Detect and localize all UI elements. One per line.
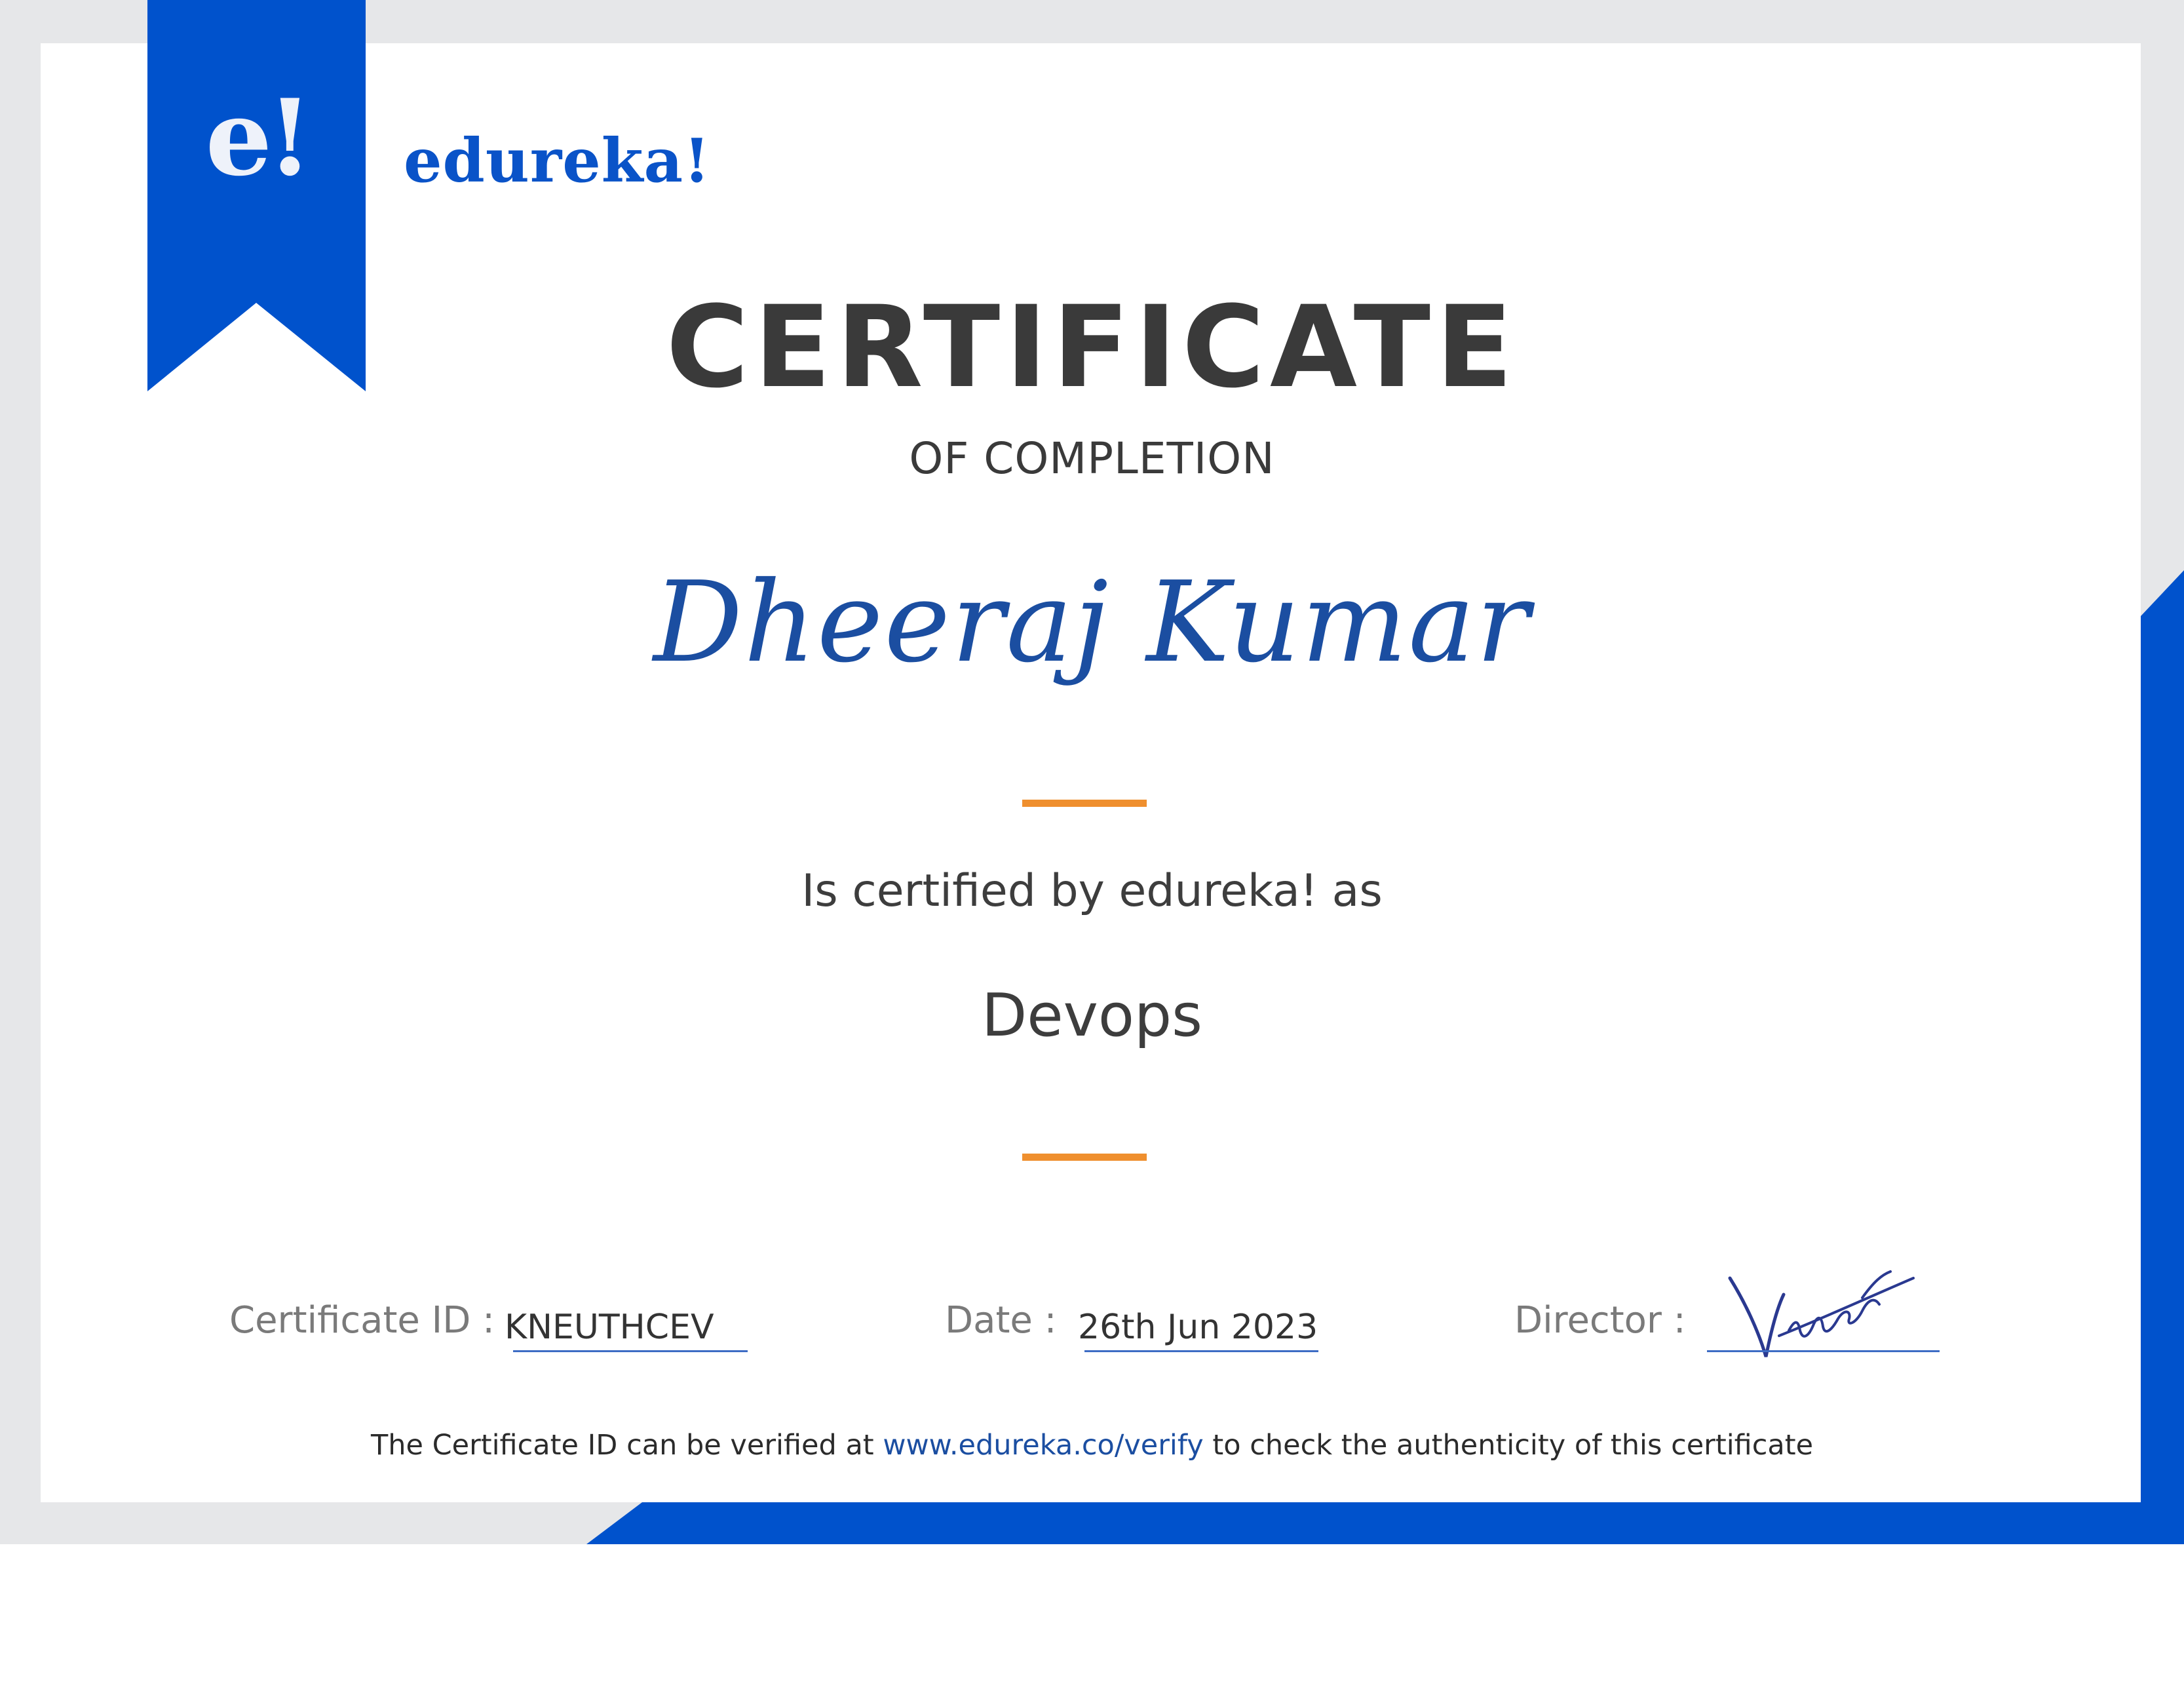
recipient-name: Dheeraj Kumar [653, 558, 1531, 688]
verification-note: The Certificate ID can be verified at ww… [0, 1422, 2184, 1468]
orange-divider-bottom [1022, 1154, 1147, 1161]
verification-prefix: The Certificate ID can be verified at [370, 1429, 874, 1462]
certificate-title: CERTIFICATE [666, 281, 1518, 413]
director-underline [1707, 1350, 1940, 1352]
certified-by-text: Is certified by edureka! as [801, 865, 1383, 917]
badge-logo-text: e! [205, 76, 313, 199]
date-value: 26th Jun 2023 [1078, 1308, 1318, 1347]
certificate-subtitle: OF COMPLETION [909, 433, 1275, 484]
certificate-id-label: Certificate ID : [229, 1299, 495, 1342]
director-signature-icon [1728, 1270, 1915, 1357]
date-underline [1084, 1350, 1318, 1352]
course-name: Devops [981, 981, 1203, 1050]
orange-divider-top [1022, 800, 1147, 807]
certificate-id-value: KNEUTHCEV [505, 1308, 714, 1347]
brand-wordmark: edureka! [404, 125, 711, 196]
director-label: Director : [1514, 1299, 1686, 1342]
certificate-id-underline [513, 1350, 748, 1352]
date-label: Date : [945, 1299, 1057, 1342]
verification-suffix: to check the authenticity of this certif… [1212, 1429, 1814, 1462]
verification-link[interactable]: www.edureka.co/verify [883, 1429, 1203, 1462]
